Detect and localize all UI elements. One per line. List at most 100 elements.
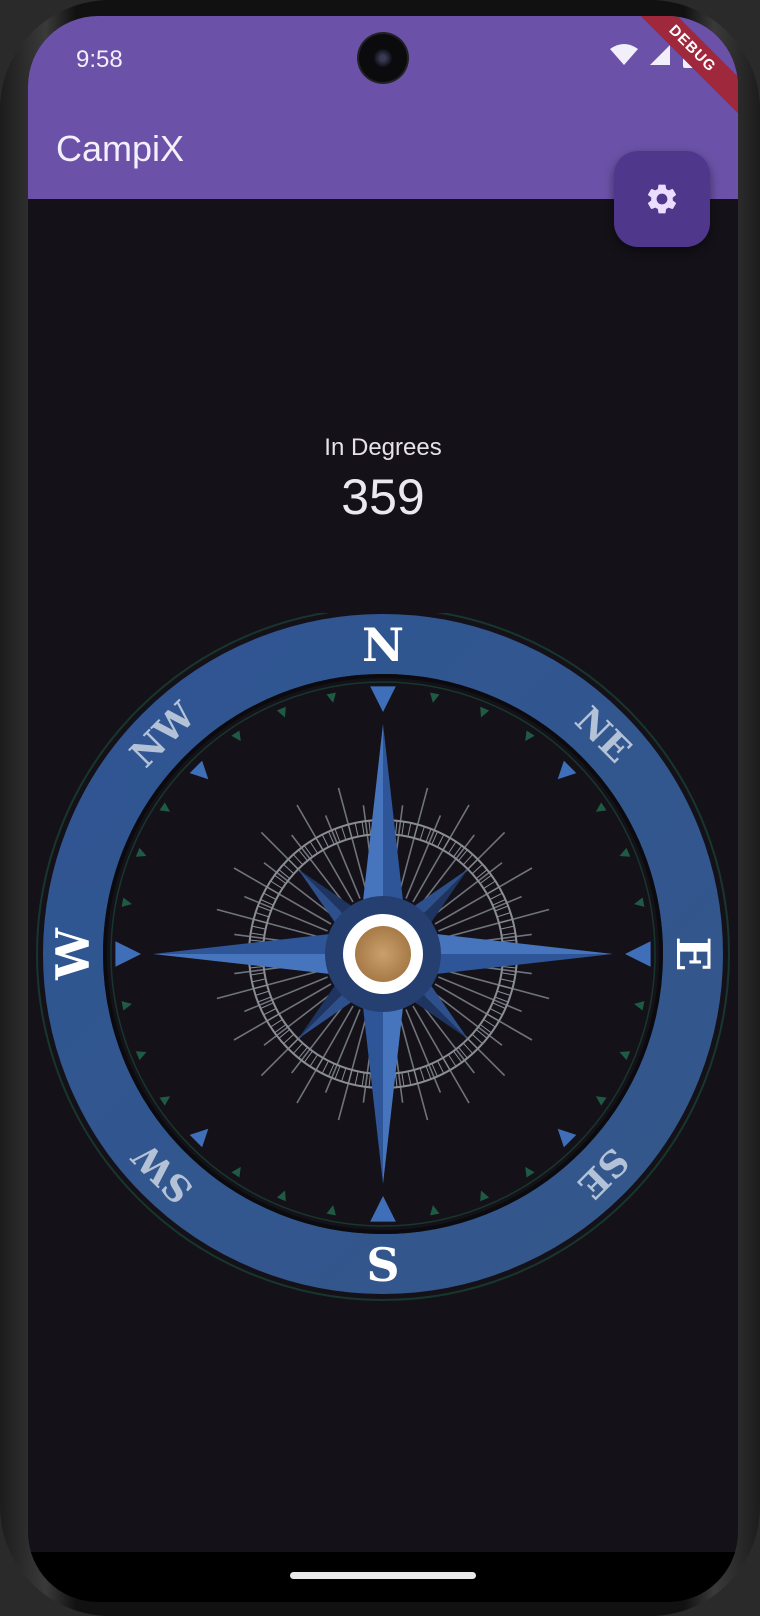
dial-fine-tick xyxy=(479,1024,492,1034)
dial-minor-marker xyxy=(135,847,147,857)
dial-minor-marker xyxy=(326,1205,336,1216)
dial-fine-tick xyxy=(486,1013,500,1022)
dial-fine-tick xyxy=(292,854,304,866)
dial-fine-tick xyxy=(489,1008,503,1016)
dial-minor-marker xyxy=(430,1205,440,1216)
dial-fine-tick xyxy=(249,939,264,942)
dial-fine-tick xyxy=(498,984,513,990)
dial-fine-tick xyxy=(419,1067,425,1082)
dial-minor-marker xyxy=(159,802,171,812)
dial-fine-tick xyxy=(496,990,511,996)
dial-fine-tick xyxy=(458,849,468,862)
dial-minor-marker xyxy=(595,1096,607,1106)
heading-value: 359 xyxy=(341,469,425,525)
dial-minor-marker xyxy=(121,897,132,907)
dial-fine-tick xyxy=(287,1038,299,1050)
dial-fine-tick xyxy=(361,821,365,836)
settings-gear-icon xyxy=(647,184,677,214)
dial-fine-tick xyxy=(251,978,266,983)
dial-fine-tick xyxy=(458,1046,468,1059)
dial-fine-tick xyxy=(250,932,265,936)
cardinal-east: E xyxy=(666,936,720,971)
dial-fine-tick xyxy=(274,874,287,884)
dial-fine-tick xyxy=(253,984,268,990)
dial-fine-tick xyxy=(298,849,308,862)
dial-fine-tick xyxy=(475,1029,488,1039)
dial-fine-tick xyxy=(368,820,371,835)
dial-minor-marker xyxy=(619,1051,631,1061)
dial-fine-tick xyxy=(303,1050,313,1063)
dial-minor-marker xyxy=(159,1096,171,1106)
dial-fine-tick xyxy=(292,1042,304,1054)
dial-minor-marker xyxy=(525,730,535,742)
dial-cardinal-marker xyxy=(115,941,141,967)
dial-fine-tick xyxy=(437,834,445,848)
dial-fine-tick xyxy=(253,918,268,924)
dial-fine-tick xyxy=(483,1018,496,1028)
dial-fine-tick xyxy=(471,1033,483,1045)
dial-minor-marker xyxy=(634,1001,645,1011)
dial-intercardinal-marker xyxy=(189,760,209,780)
dial-fine-tick xyxy=(462,854,474,866)
dial-fine-tick xyxy=(471,863,483,875)
dial-fine-tick xyxy=(263,892,277,900)
dial-fine-tick xyxy=(413,824,419,839)
dial-fine-tick xyxy=(255,990,270,996)
dial-fine-tick xyxy=(341,826,347,841)
dial-fine-tick xyxy=(298,1046,308,1059)
dial-fine-tick xyxy=(263,1008,277,1016)
dial-fine-tick xyxy=(341,1067,347,1082)
dial-fine-tick xyxy=(407,822,412,837)
dial-fine-tick xyxy=(347,824,353,839)
dial-fine-tick xyxy=(413,1069,419,1084)
home-indicator[interactable] xyxy=(290,1572,476,1579)
dial-fine-tick xyxy=(453,1050,463,1063)
dial-cardinal-marker xyxy=(370,686,396,712)
dial-fine-tick xyxy=(278,1029,291,1039)
dial-minor-marker xyxy=(231,730,241,742)
dial-fine-tick xyxy=(251,925,266,930)
dial-fine-tick xyxy=(483,880,496,890)
dial-fine-tick xyxy=(401,821,405,836)
dial-fine-tick xyxy=(442,837,451,851)
dial-fine-tick xyxy=(249,966,264,969)
dial-fine-tick xyxy=(501,932,516,936)
dial-fine-tick xyxy=(501,972,516,976)
dial-fine-tick xyxy=(419,826,425,841)
dial-fine-tick xyxy=(303,845,313,858)
dial-fine-tick xyxy=(278,869,291,879)
dial-fine-tick xyxy=(453,845,463,858)
dial-fine-tick xyxy=(447,841,457,854)
status-time: 9:58 xyxy=(76,46,123,73)
dial-fine-tick xyxy=(447,1054,457,1067)
dial-fine-tick xyxy=(475,869,488,879)
app-title: CampiX xyxy=(56,128,185,169)
dial-fine-tick xyxy=(309,1054,319,1067)
dial-fine-tick xyxy=(287,858,299,870)
dial-fine-tick xyxy=(486,886,500,895)
compass-dial xyxy=(36,613,730,1301)
dial-minor-marker xyxy=(276,706,286,718)
dial-fine-tick xyxy=(395,820,398,835)
dial-fine-tick xyxy=(437,1060,445,1074)
dial-fine-tick xyxy=(321,1060,329,1074)
cardinal-south: S xyxy=(366,1238,399,1292)
dial-cardinal-marker xyxy=(370,1196,396,1222)
dial-minor-marker xyxy=(525,1166,535,1178)
dial-intercardinal-marker xyxy=(557,760,577,780)
cardinal-west: W xyxy=(46,927,100,981)
dial-fine-tick xyxy=(309,841,319,854)
settings-button[interactable] xyxy=(614,151,710,247)
dial-fine-tick xyxy=(274,1024,287,1034)
dial-cardinal-marker xyxy=(625,941,651,967)
heading-label: In Degrees xyxy=(324,434,442,461)
dial-fine-tick xyxy=(283,1033,295,1045)
dial-intercardinal-marker xyxy=(557,1128,577,1148)
signal-icon xyxy=(650,45,670,65)
dial-fine-tick xyxy=(361,1072,365,1087)
dial-fine-tick xyxy=(442,1057,451,1071)
dial-minor-marker xyxy=(326,692,336,703)
dial-fine-tick xyxy=(270,1018,283,1028)
front-camera xyxy=(359,34,407,82)
dial-minor-marker xyxy=(430,692,440,703)
